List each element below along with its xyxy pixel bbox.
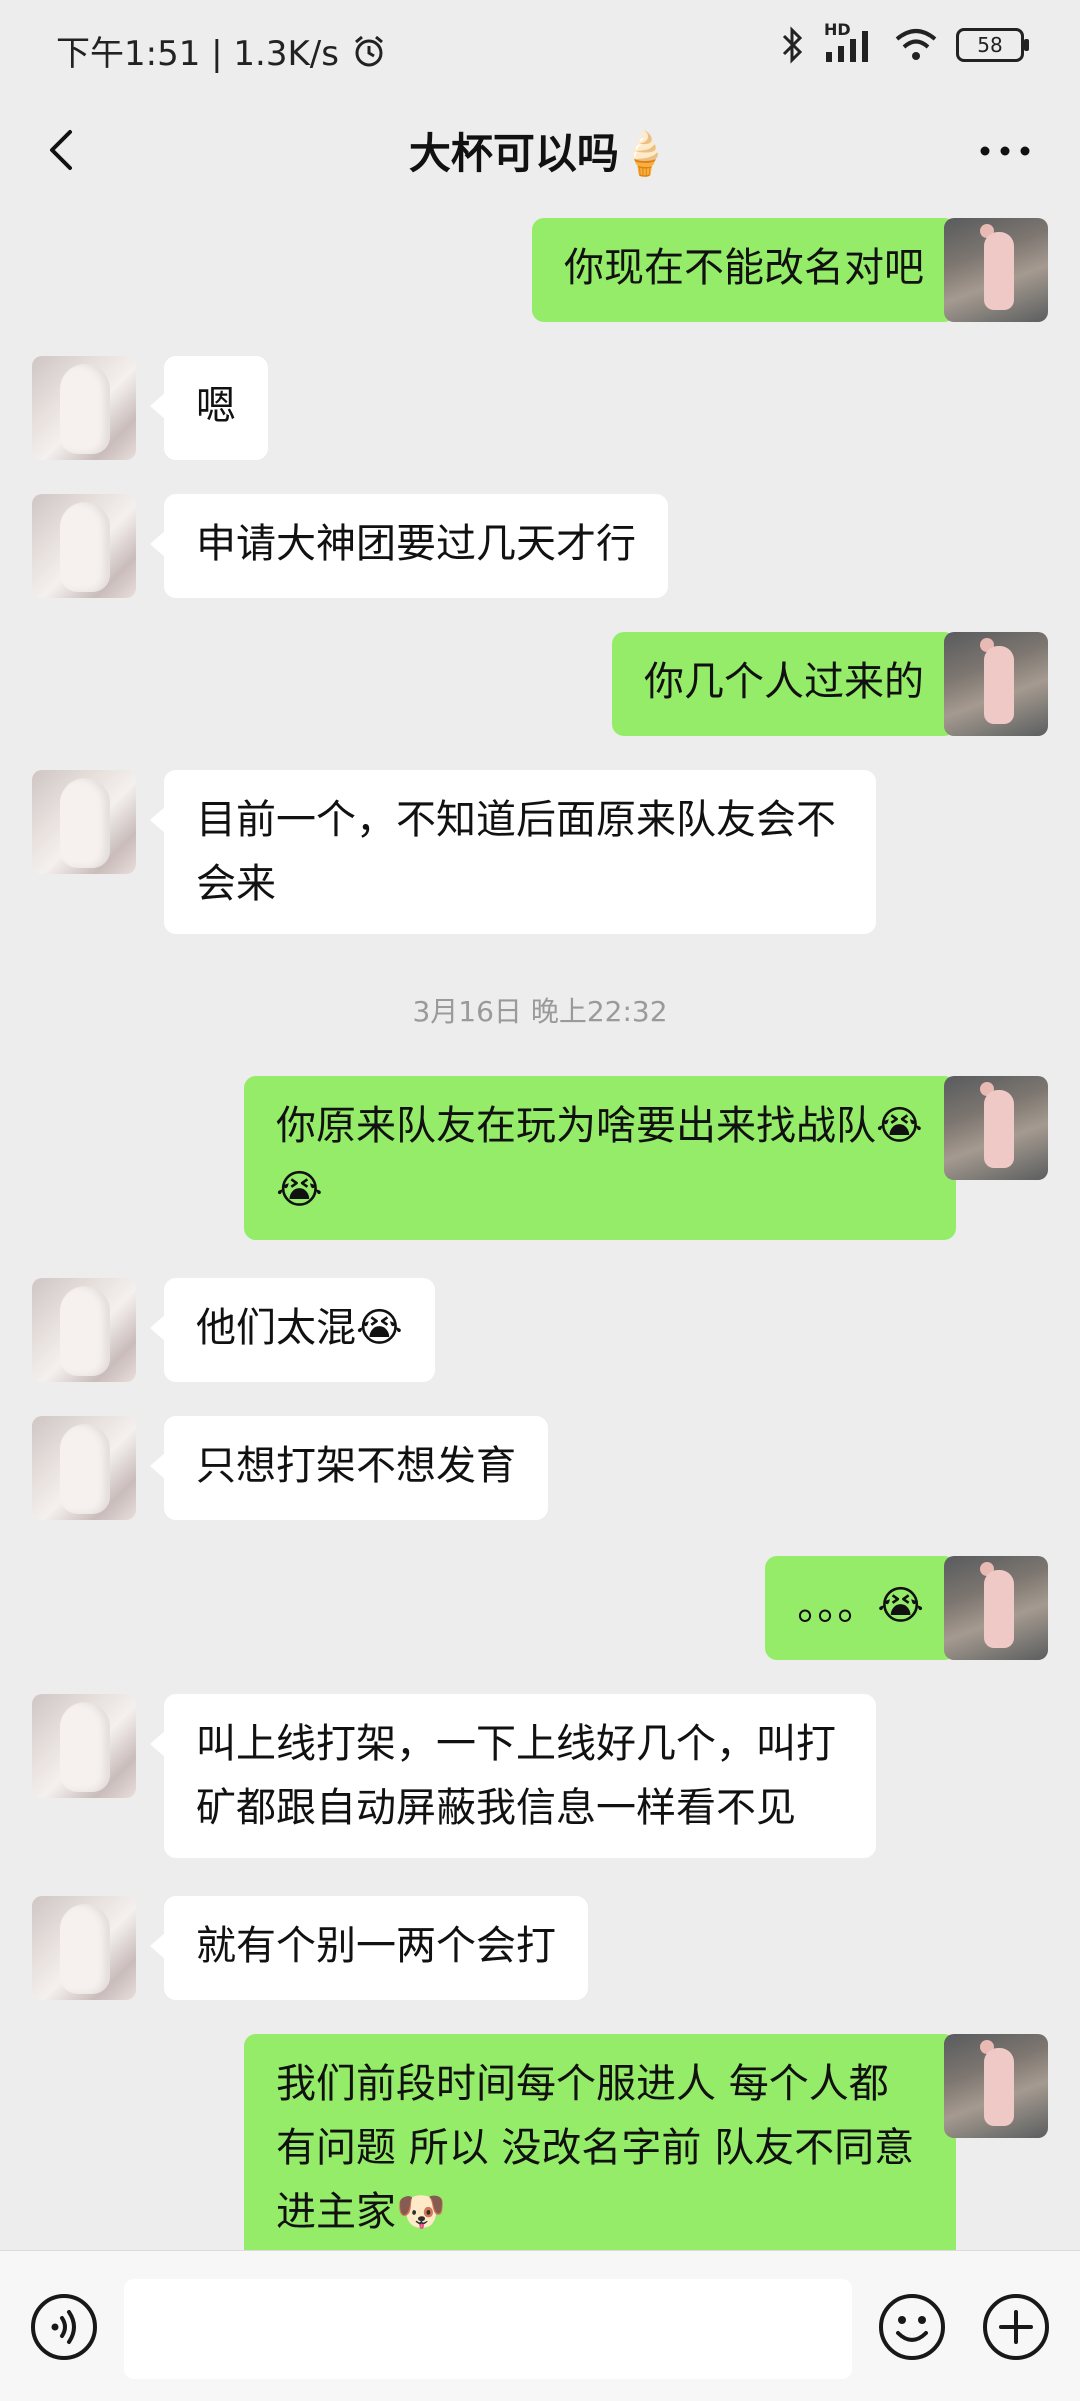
battery-level: 58 bbox=[977, 33, 1003, 57]
plus-circle-icon bbox=[983, 2294, 1049, 2360]
avatar-contact[interactable] bbox=[32, 1416, 136, 1520]
emoji-button[interactable] bbox=[876, 2291, 948, 2363]
avatar-contact[interactable] bbox=[32, 356, 136, 460]
message-bubble-contact[interactable]: 申请大神团要过几天才行 bbox=[150, 494, 668, 598]
timestamp: 3月16日 晚上22:32 bbox=[412, 995, 668, 1028]
alarm-icon bbox=[355, 35, 383, 66]
avatar-self[interactable] bbox=[944, 218, 1048, 322]
message-bubble-contact[interactable]: 嗯 bbox=[150, 356, 268, 460]
message-list[interactable]: 你现在不能改名对吧 嗯 申请大神团要过几天才行 你几个人过来的 目前一个，不知道… bbox=[0, 206, 1080, 2250]
more-dots-icon bbox=[980, 146, 1030, 156]
avatar-contact[interactable] bbox=[32, 1896, 136, 2000]
message-bubble-contact[interactable]: 叫上线打架，一下上线好几个，叫打矿都跟自动屏蔽我信息一样看不见 bbox=[150, 1694, 876, 1858]
wifi-icon bbox=[895, 29, 937, 60]
status-bar: 下午1:51 | 1.3K/s HD 58 bbox=[0, 0, 1080, 96]
message-bubble-contact[interactable]: 只想打架不想发育 bbox=[150, 1416, 548, 1520]
bluetooth-icon bbox=[782, 26, 803, 64]
input-bar bbox=[0, 2250, 1080, 2401]
message-bubble-contact[interactable]: 目前一个，不知道后面原来队友会不会来 bbox=[150, 770, 876, 934]
message-bubble-self[interactable]: 我们前段时间每个服进人 每个人都有问题 所以 没改名字前 队友不同意进主家🐶 bbox=[244, 2034, 970, 2250]
chat-title: 大杯可以吗🍦 bbox=[408, 129, 672, 178]
avatar-contact[interactable] bbox=[32, 770, 136, 874]
voice-icon bbox=[31, 2294, 97, 2360]
status-left: 下午1:51 | 1.3K/s bbox=[56, 26, 387, 75]
avatar-self[interactable] bbox=[944, 1556, 1048, 1660]
avatar-self[interactable] bbox=[944, 1076, 1048, 1180]
message-bubble-self[interactable]: 你几个人过来的 bbox=[612, 632, 970, 736]
emoji-smile-icon bbox=[879, 2294, 945, 2360]
more-button[interactable] bbox=[970, 116, 1040, 186]
message-bubble-self[interactable]: 。。。😭 bbox=[765, 1556, 970, 1660]
battery-indicator: 58 bbox=[956, 28, 1029, 62]
voice-button[interactable] bbox=[28, 2291, 100, 2363]
message-bubble-contact[interactable]: 就有个别一两个会打 bbox=[150, 1896, 588, 2000]
signal-icon: HD bbox=[824, 20, 876, 64]
avatar-contact[interactable] bbox=[32, 494, 136, 598]
avatar-self[interactable] bbox=[944, 632, 1048, 736]
message-bubble-contact[interactable]: 他们太混😭 bbox=[150, 1278, 435, 1382]
chat-header: 大杯可以吗🍦 bbox=[0, 96, 1080, 206]
message-input[interactable] bbox=[124, 2279, 852, 2379]
plus-button[interactable] bbox=[980, 2291, 1052, 2363]
message-bubble-self[interactable]: 你原来队友在玩为啥要出来找战队😭😭 bbox=[244, 1076, 970, 1240]
status-right: HD 58 bbox=[780, 20, 1029, 64]
message-bubble-self[interactable]: 你现在不能改名对吧 bbox=[532, 218, 970, 322]
avatar-self[interactable] bbox=[944, 2034, 1048, 2138]
avatar-contact[interactable] bbox=[32, 1278, 136, 1382]
avatar-contact[interactable] bbox=[32, 1694, 136, 1798]
status-time-speed: 下午1:51 | 1.3K/s bbox=[56, 34, 339, 74]
